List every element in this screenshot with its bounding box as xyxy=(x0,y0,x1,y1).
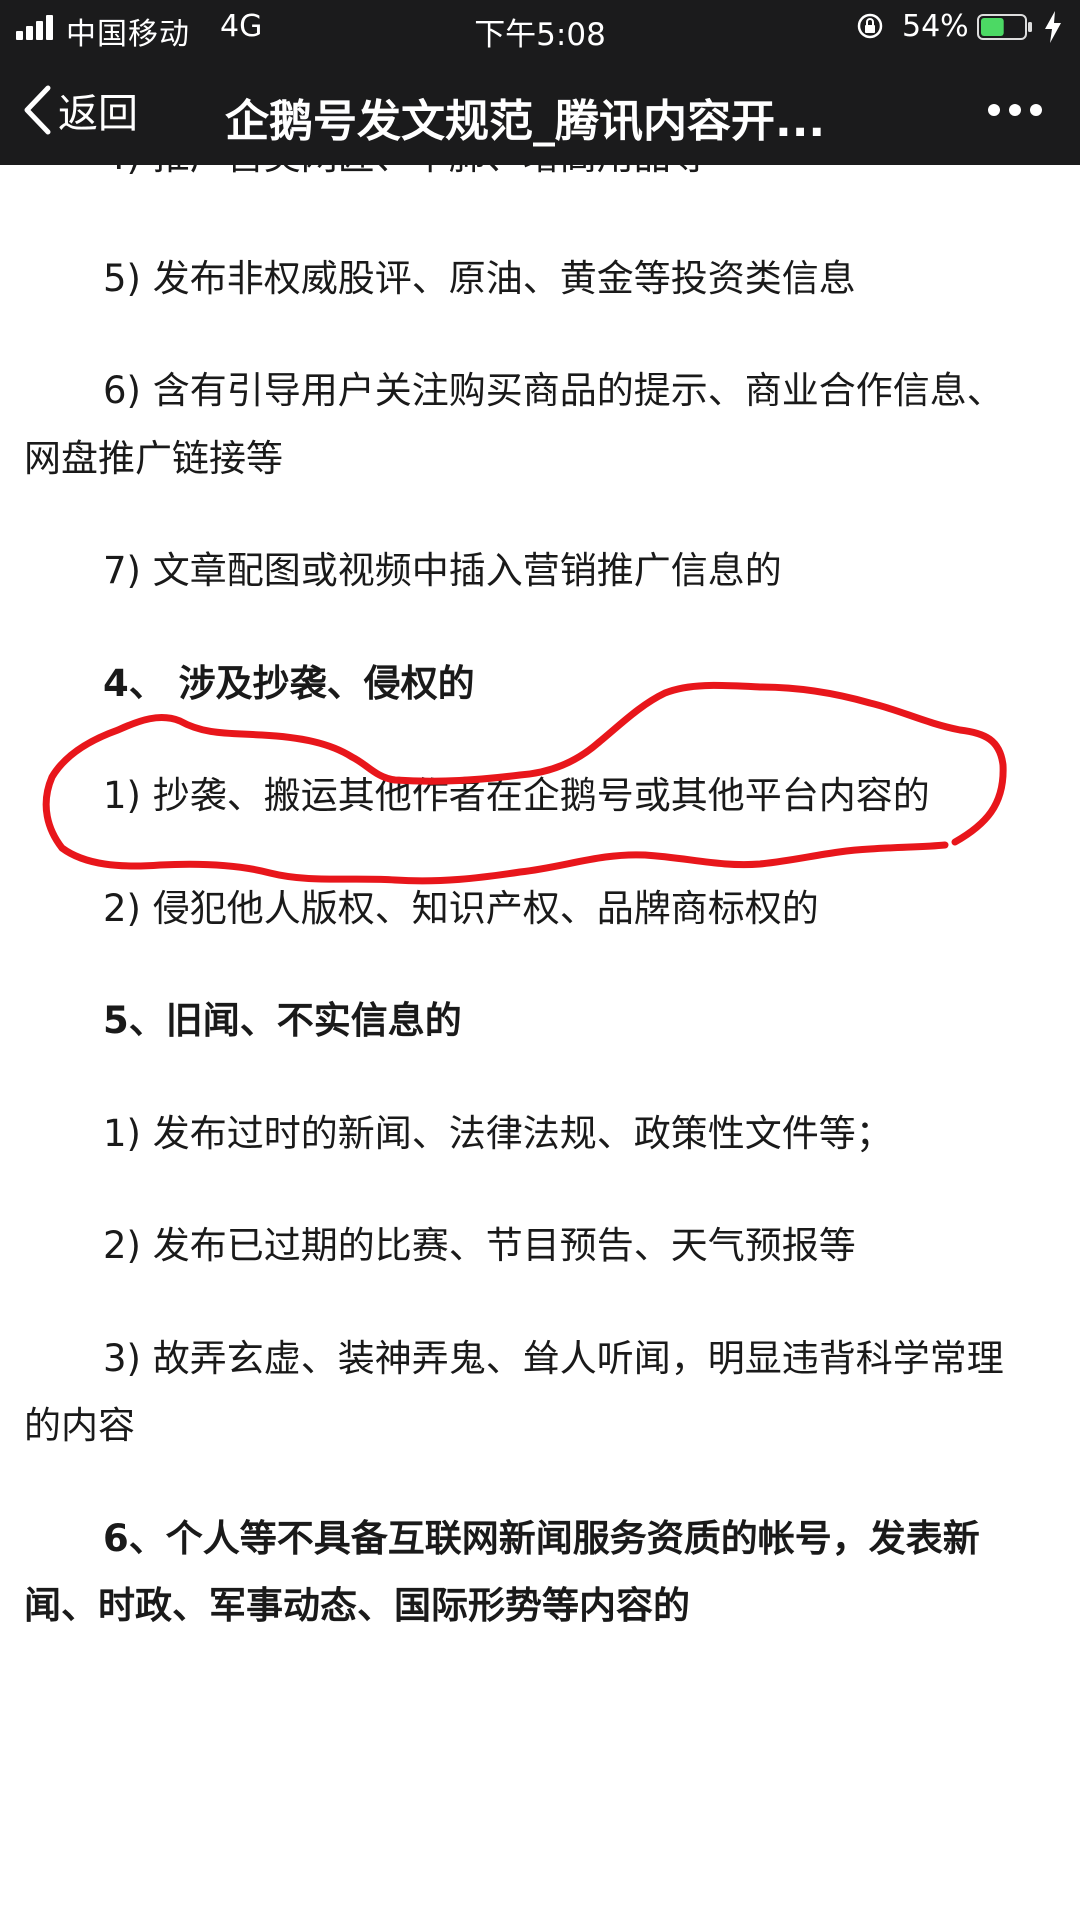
rotation-lock-icon xyxy=(857,13,883,39)
page-title: 企鹅号发文规范_腾讯内容开... xyxy=(225,96,826,147)
status-bar: 中国移动 4G 下午5:08 54% xyxy=(0,0,1080,55)
more-options-icon[interactable] xyxy=(985,93,1045,127)
article-content: 4) 推广营类网匠、羊肺、增高用品等 5) 发布非权威股评、原油、黄金等投资类信… xyxy=(0,165,1080,1920)
article-line: 5) 发布非权威股评、原油、黄金等投资类信息 xyxy=(103,257,856,300)
section-heading: 5、旧闻、不实信息的 xyxy=(103,999,462,1042)
article-line: 1) 抄袭、搬运其他作者在企鹅号或其他平台内容的 xyxy=(103,774,930,817)
back-button[interactable]: 返回 xyxy=(22,81,138,139)
battery-percent: 54% xyxy=(902,9,969,44)
article-line: 3) 故弄玄虚、装神弄鬼、耸人听闻，明显违背科学常理 xyxy=(103,1337,1004,1380)
article-line: 4) 推广营类网匠、羊肺、增高用品等 xyxy=(103,165,708,191)
battery-icon xyxy=(977,14,1032,40)
navigation-bar: 返回 企鹅号发文规范_腾讯内容开... xyxy=(0,55,1080,165)
section-heading: 闻、时政、军事动态、国际形势等内容的 xyxy=(24,1584,690,1627)
section-heading: 4、 涉及抄袭、侵权的 xyxy=(103,662,475,705)
article-line: 的内容 xyxy=(24,1404,135,1447)
chevron-left-icon xyxy=(24,85,51,135)
article-line: 1) 发布过时的新闻、法律法规、政策性文件等； xyxy=(103,1112,893,1155)
article-line: 2) 侵犯他人版权、知识产权、品牌商标权的 xyxy=(103,887,819,930)
section-heading: 6、个人等不具备互联网新闻服务资质的帐号，发表新 xyxy=(103,1517,980,1560)
article-line: 7) 文章配图或视频中插入营销推广信息的 xyxy=(103,549,782,592)
article-line: 2) 发布已过期的比赛、节目预告、天气预报等 xyxy=(103,1224,856,1267)
article-line: 6) 含有引导用户关注购买商品的提示、商业合作信息、 xyxy=(103,369,1004,412)
charging-bolt-icon xyxy=(1045,11,1061,43)
article-line: 网盘推广链接等 xyxy=(24,437,283,480)
back-label: 返回 xyxy=(58,91,138,137)
